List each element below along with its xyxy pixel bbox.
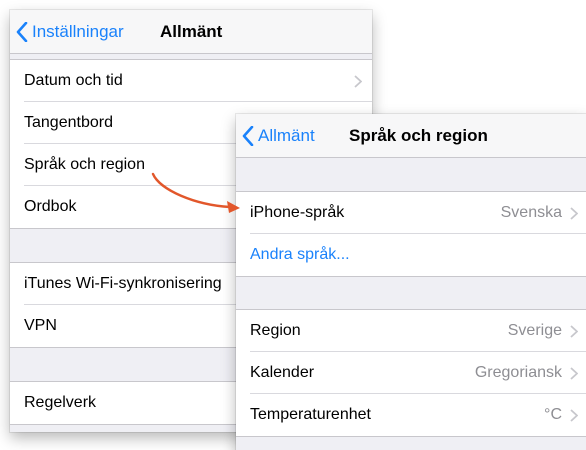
list-item-label: Region <box>250 322 301 339</box>
back-button-label: Allmänt <box>258 126 315 145</box>
page-title: Allmänt <box>160 22 223 41</box>
back-button-label: Inställningar <box>32 22 124 41</box>
list-item-iphone-language[interactable]: iPhone-språk Svenska <box>236 192 586 234</box>
list-item-label: Datum och tid <box>24 72 123 89</box>
back-button-settings[interactable]: Inställningar <box>16 10 124 54</box>
chevron-right-icon <box>354 74 362 88</box>
list-item-label: Temperaturenhet <box>250 406 371 423</box>
divider <box>236 436 586 437</box>
list-item-value: Svenska <box>500 204 562 221</box>
list-item-value: °C <box>544 406 562 423</box>
chevron-right-icon <box>570 324 578 338</box>
navigation-bar: Inställningar Allmänt <box>10 10 372 54</box>
list-item-label: iPhone-språk <box>250 204 345 221</box>
list-item-label: Kalender <box>250 364 315 381</box>
other-languages-link[interactable]: Andra språk... <box>250 246 578 264</box>
divider <box>236 276 586 277</box>
chevron-right-icon <box>570 408 578 422</box>
chevron-left-icon <box>242 126 254 146</box>
navigation-bar: Allmänt Språk och region <box>236 114 586 158</box>
list-item-value: Gregoriansk <box>474 364 562 381</box>
chevron-left-icon <box>16 22 28 42</box>
page-title: Språk och region <box>349 126 488 145</box>
list-item-other-languages[interactable]: Andra språk... <box>236 234 586 276</box>
language-region-screen: Allmänt Språk och region iPhone-språk Sv… <box>236 114 586 450</box>
back-button-general[interactable]: Allmänt <box>242 114 315 158</box>
list-item-region[interactable]: Region Sverige <box>236 310 586 352</box>
chevron-right-icon <box>570 366 578 380</box>
list-item-temperature-unit[interactable]: Temperaturenhet °C <box>236 394 586 436</box>
list-item-calendar[interactable]: Kalender Gregoriansk <box>236 352 586 394</box>
list-item-date-time[interactable]: Datum och tid <box>10 60 372 102</box>
list-item-value: Sverige <box>507 322 562 339</box>
chevron-right-icon <box>570 206 578 220</box>
